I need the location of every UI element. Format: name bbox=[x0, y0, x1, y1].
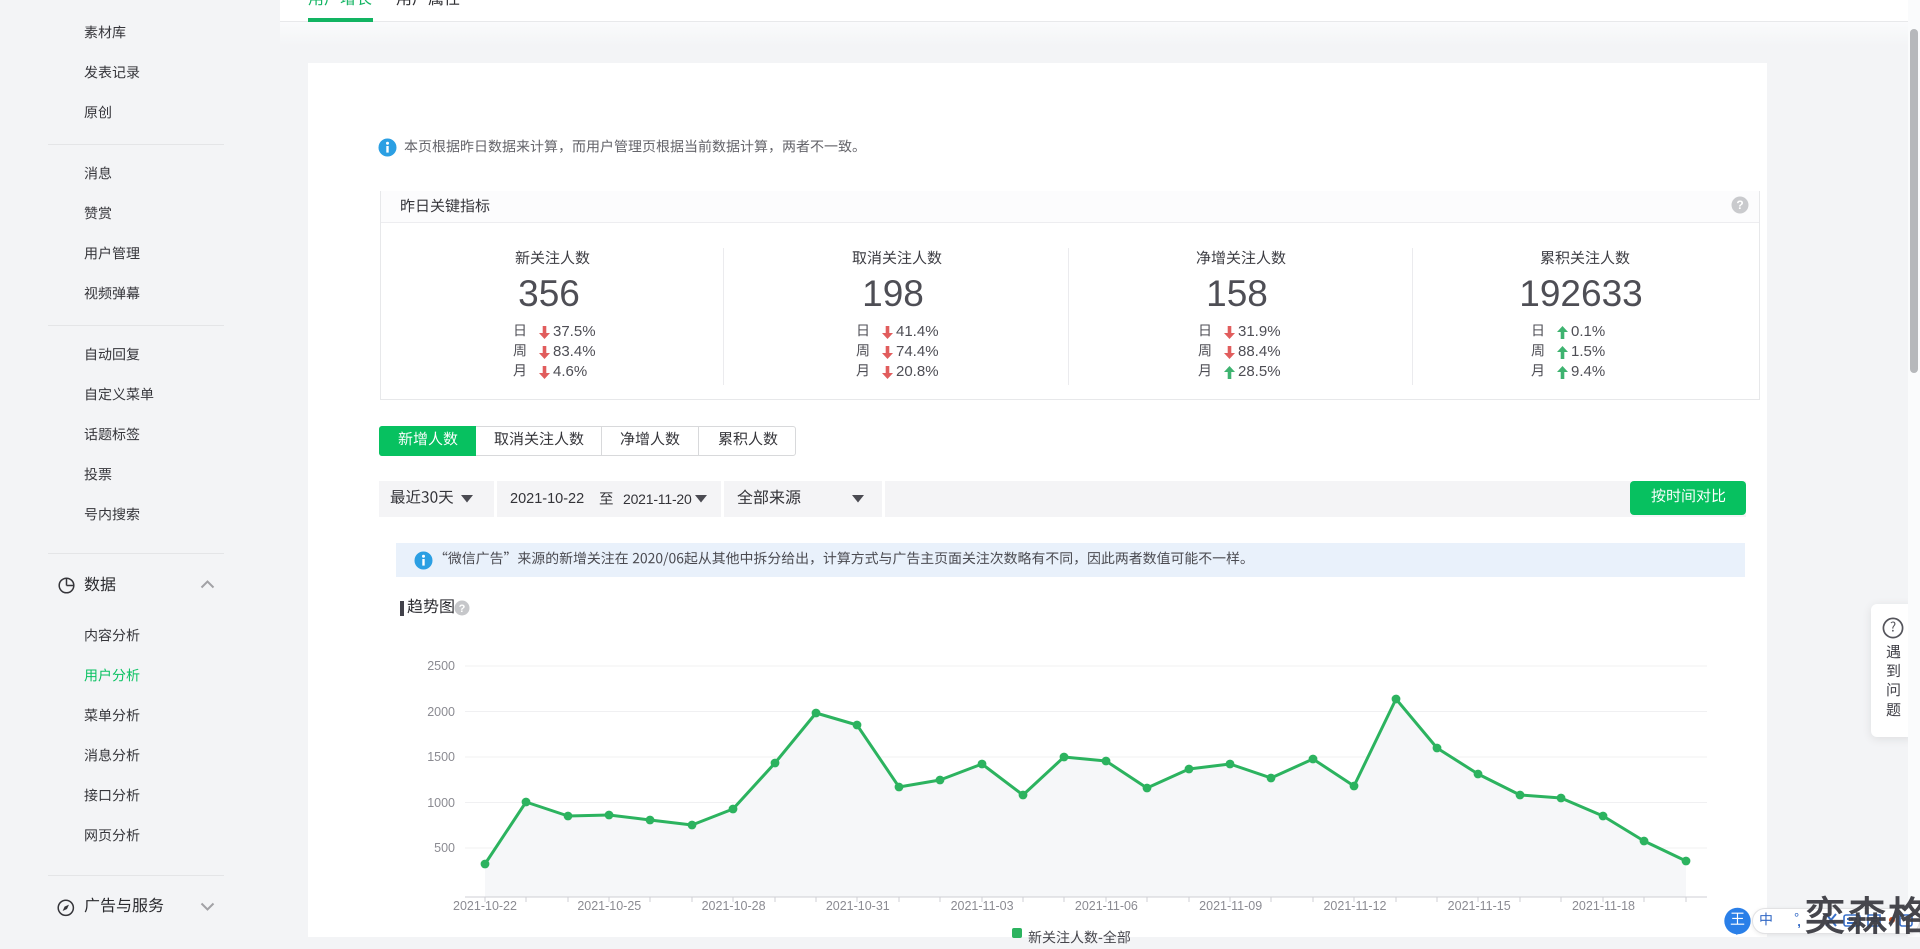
svg-text:?: ? bbox=[1736, 198, 1743, 212]
svg-text:?: ? bbox=[459, 603, 466, 615]
